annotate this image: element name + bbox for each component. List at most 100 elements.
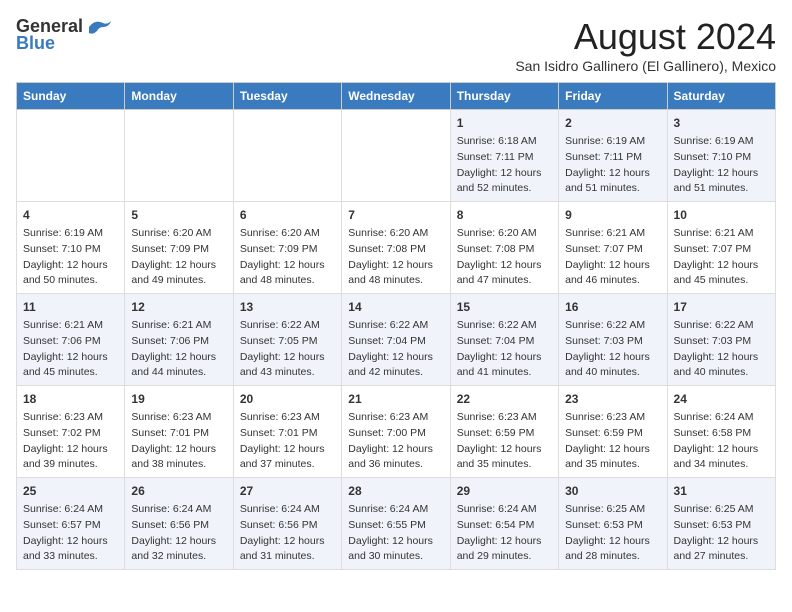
calendar-cell: 20Sunrise: 6:23 AMSunset: 7:01 PMDayligh…: [233, 386, 341, 478]
day-number: 8: [457, 206, 552, 224]
cell-content-line: Daylight: 12 hours: [23, 442, 118, 458]
calendar-week-row: 11 Sunrise: 6:21 AM Sunset: 7:06 PM Dayligh…: [17, 294, 776, 386]
day-number: 13: [240, 298, 335, 316]
calendar-table: SundayMondayTuesdayWednesdayThursdayFrid…: [16, 82, 776, 570]
calendar-cell: 5Sunrise: 6:20 AMSunset: 7:09 PMDaylight…: [125, 202, 233, 294]
cell-content-line: and 40 minutes.: [565, 365, 660, 381]
calendar-cell: 17 Sunrise: 6:22 AMSunset: 7:03 PMDayligh…: [667, 294, 775, 386]
cell-content-line: and 37 minutes.: [240, 457, 335, 473]
cell-content-line: Sunrise: 6:21 AM: [674, 226, 769, 242]
cell-content-line: Sunrise: 6:22 AM: [565, 318, 660, 334]
cell-content-line: Daylight: 12 hours: [674, 258, 769, 274]
day-number: 23: [565, 390, 660, 408]
calendar-week-row: 25Sunrise: 6:24 AMSunset: 6:57 PMDayligh…: [17, 478, 776, 570]
weekday-header-friday: Friday: [559, 83, 667, 110]
cell-content-line: Sunrise: 6:24 AM: [23, 502, 118, 518]
cell-content-line: Daylight: 12 hours: [565, 166, 660, 182]
calendar-week-row: 1Sunrise: 6:18 AMSunset: 7:11 PMDaylight…: [17, 110, 776, 202]
day-number: 18: [23, 390, 118, 408]
cell-content-line: Sunset: 6:55 PM: [348, 518, 443, 534]
weekday-header-sunday: Sunday: [17, 83, 125, 110]
month-title: August 2024: [515, 16, 776, 58]
day-number: 15: [457, 298, 552, 316]
cell-content-line: and 34 minutes.: [674, 457, 769, 473]
cell-content-line: Daylight: 12 hours: [240, 258, 335, 274]
cell-content-line: Sunrise: 6:20 AM: [348, 226, 443, 242]
calendar-cell: 27Sunrise: 6:24 AMSunset: 6:56 PMDayligh…: [233, 478, 341, 570]
cell-content-line: and 48 minutes.: [240, 273, 335, 289]
cell-content-line: and 52 minutes.: [457, 181, 552, 197]
cell-content-line: Daylight: 12 hours: [240, 442, 335, 458]
calendar-cell: 28Sunrise: 6:24 AMSunset: 6:55 PMDayligh…: [342, 478, 450, 570]
calendar-cell: 26Sunrise: 6:24 AMSunset: 6:56 PMDayligh…: [125, 478, 233, 570]
day-number: 10: [674, 206, 769, 224]
calendar-cell: 1Sunrise: 6:18 AMSunset: 7:11 PMDaylight…: [450, 110, 558, 202]
cell-content-line: Sunrise: 6:23 AM: [240, 410, 335, 426]
cell-content-line: Sunset: 7:06 PM: [23, 334, 118, 350]
day-number: 6: [240, 206, 335, 224]
cell-content-line: Sunset: 7:05 PM: [240, 334, 335, 350]
cell-content-line: Sunset: 6:54 PM: [457, 518, 552, 534]
day-number: 20: [240, 390, 335, 408]
cell-content-line: and 31 minutes.: [240, 549, 335, 565]
cell-content-line: and 50 minutes.: [23, 273, 118, 289]
day-number: 17: [674, 298, 769, 316]
cell-content-line: Sunset: 7:08 PM: [457, 242, 552, 258]
cell-content-line: Sunrise: 6:23 AM: [348, 410, 443, 426]
cell-content-line: Sunset: 6:56 PM: [240, 518, 335, 534]
title-area: August 2024 San Isidro Gallinero (El Gal…: [515, 16, 776, 74]
cell-content-line: Daylight: 12 hours: [674, 534, 769, 550]
cell-content-line: Daylight: 12 hours: [240, 350, 335, 366]
cell-content-line: Daylight: 12 hours: [131, 442, 226, 458]
cell-content-line: Sunset: 7:04 PM: [348, 334, 443, 350]
cell-content-line: Sunset: 7:11 PM: [457, 150, 552, 166]
cell-content-line: and 40 minutes.: [674, 365, 769, 381]
cell-content-line: Daylight: 12 hours: [348, 534, 443, 550]
cell-content-line: Daylight: 12 hours: [348, 442, 443, 458]
cell-content-line: Sunrise: 6:20 AM: [131, 226, 226, 242]
cell-content-line: Sunrise: 6:22 AM: [674, 318, 769, 334]
cell-content-line: and 42 minutes.: [348, 365, 443, 381]
cell-content-line: and 28 minutes.: [565, 549, 660, 565]
cell-content-line: and 45 minutes.: [674, 273, 769, 289]
day-number: 25: [23, 482, 118, 500]
weekday-header-saturday: Saturday: [667, 83, 775, 110]
cell-content-line: Sunset: 7:09 PM: [240, 242, 335, 258]
cell-content-line: Daylight: 12 hours: [565, 534, 660, 550]
day-number: 12: [131, 298, 226, 316]
cell-content-line: Sunrise: 6:24 AM: [674, 410, 769, 426]
cell-content-line: Daylight: 12 hours: [23, 534, 118, 550]
cell-content-line: Sunset: 7:03 PM: [674, 334, 769, 350]
cell-content-line: Sunset: 6:59 PM: [457, 426, 552, 442]
calendar-cell: 19Sunrise: 6:23 AMSunset: 7:01 PMDayligh…: [125, 386, 233, 478]
calendar-cell: 31Sunrise: 6:25 AMSunset: 6:53 PMDayligh…: [667, 478, 775, 570]
cell-content-line: and 35 minutes.: [565, 457, 660, 473]
calendar-cell: 29Sunrise: 6:24 AMSunset: 6:54 PMDayligh…: [450, 478, 558, 570]
cell-content-line: Sunset: 6:57 PM: [23, 518, 118, 534]
calendar-cell: 11Sunrise: 6:21 AMSunset: 7:06 PMDayligh…: [17, 294, 125, 386]
cell-content-line: Sunrise: 6:23 AM: [565, 410, 660, 426]
calendar-cell: [233, 110, 341, 202]
cell-content-line: and 48 minutes.: [348, 273, 443, 289]
cell-content-line: Daylight: 12 hours: [240, 534, 335, 550]
day-number: 26: [131, 482, 226, 500]
calendar-cell: 18Sunrise: 6:23 AMSunset: 7:02 PMDayligh…: [17, 386, 125, 478]
cell-content-line: Sunrise: 6:21 AM: [131, 318, 226, 334]
cell-content-line: Daylight: 12 hours: [674, 350, 769, 366]
cell-content-line: Sunrise: 6:22 AM: [457, 318, 552, 334]
cell-content-line: and 49 minutes.: [131, 273, 226, 289]
calendar-cell: 7Sunrise: 6:20 AMSunset: 7:08 PMDaylight…: [342, 202, 450, 294]
cell-content-line: and 30 minutes.: [348, 549, 443, 565]
cell-content-line: Sunset: 6:56 PM: [131, 518, 226, 534]
day-number: 11: [23, 298, 118, 316]
day-number: 28: [348, 482, 443, 500]
cell-content-line: Daylight: 12 hours: [131, 534, 226, 550]
cell-content-line: Sunrise: 6:22 AM: [240, 318, 335, 334]
cell-content-line: Sunrise: 6:23 AM: [457, 410, 552, 426]
cell-content-line: Sunset: 7:10 PM: [674, 150, 769, 166]
cell-content-line: Daylight: 12 hours: [457, 442, 552, 458]
cell-content-line: Sunset: 7:07 PM: [565, 242, 660, 258]
cell-content-line: and 51 minutes.: [565, 181, 660, 197]
cell-content-line: Sunrise: 6:21 AM: [565, 226, 660, 242]
calendar-cell: 14Sunrise: 6:22 AMSunset: 7:04 PMDayligh…: [342, 294, 450, 386]
